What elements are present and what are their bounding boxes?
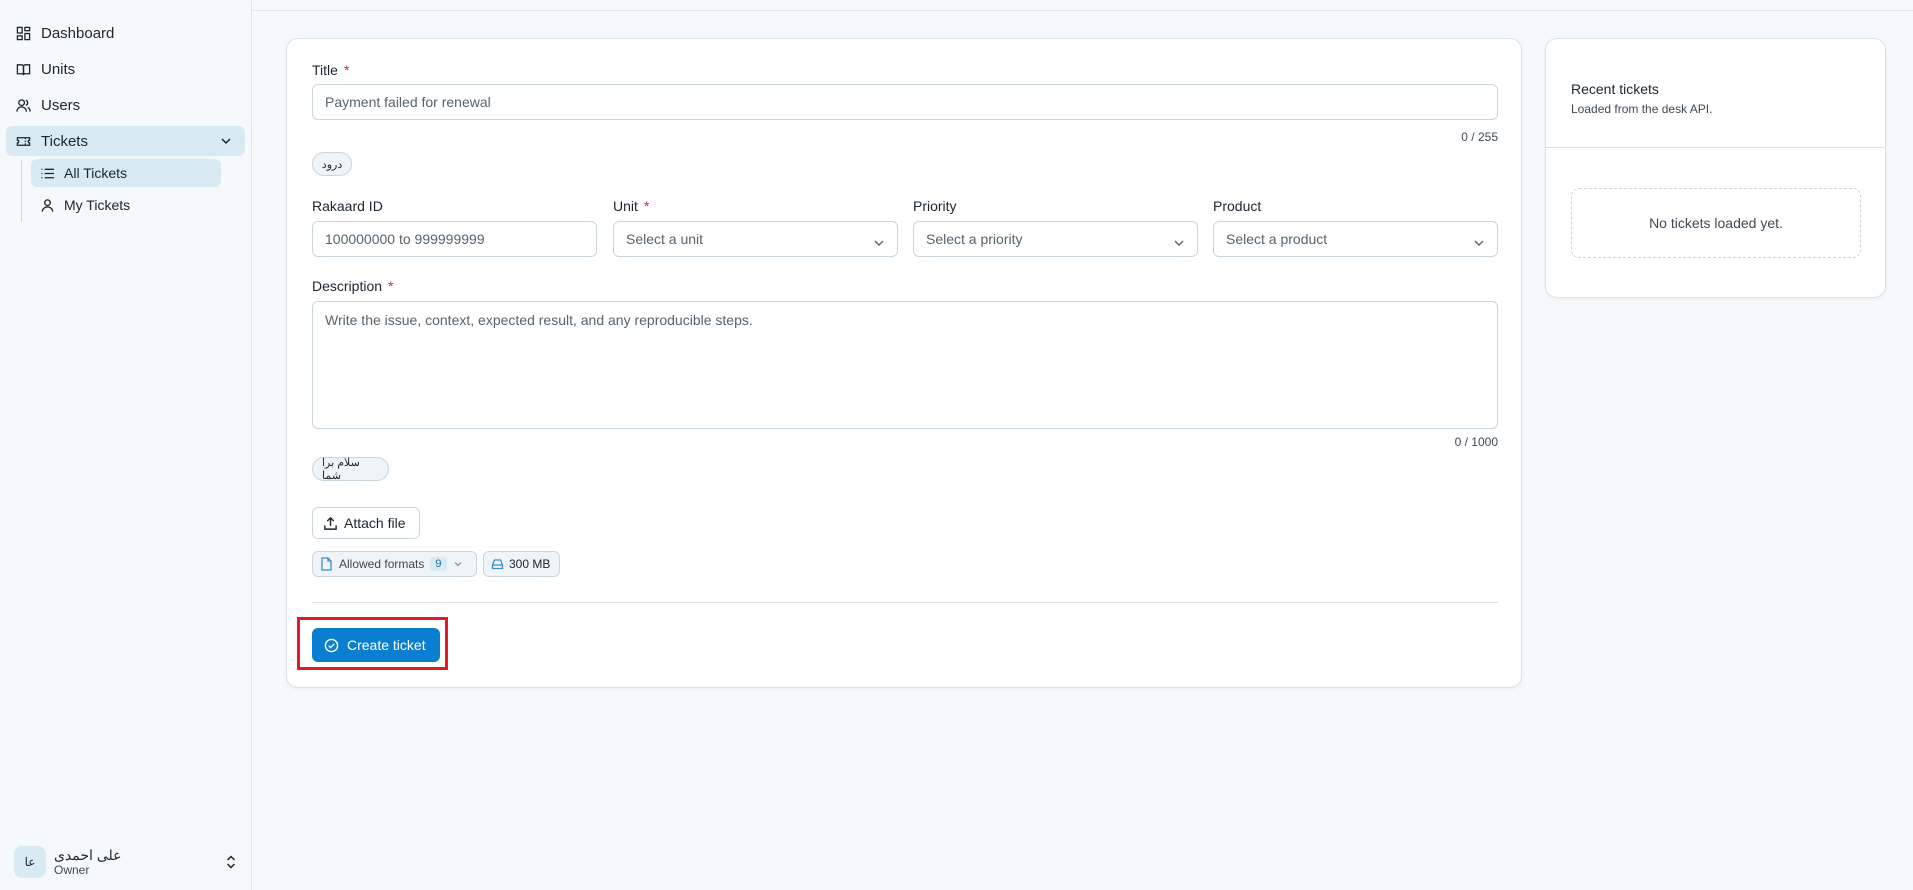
list-icon bbox=[39, 165, 55, 181]
user-name: علی احمدی bbox=[54, 847, 122, 863]
required-mark: * bbox=[643, 198, 650, 214]
user-card[interactable]: عا علی احمدی Owner bbox=[14, 844, 244, 880]
max-size-label: 300 MB bbox=[509, 557, 551, 571]
sidebar-item-label: Users bbox=[41, 96, 81, 114]
description-counter: 0 / 1000 bbox=[1454, 435, 1498, 449]
dashboard-icon bbox=[15, 25, 31, 41]
sidebar-item-label: All Tickets bbox=[64, 165, 128, 181]
product-select[interactable]: Select a product bbox=[1213, 221, 1498, 257]
avatar: عا bbox=[14, 846, 46, 878]
recent-tickets-title: Recent tickets bbox=[1571, 81, 1659, 97]
panel-divider bbox=[1546, 147, 1885, 148]
priority-select-placeholder: Select a priority bbox=[926, 231, 1023, 247]
book-icon bbox=[15, 61, 31, 77]
user-role: Owner bbox=[54, 863, 90, 877]
sidebar-item-all-tickets[interactable]: All Tickets bbox=[31, 159, 221, 187]
storage-icon bbox=[491, 558, 504, 570]
chevron-down-icon bbox=[1173, 235, 1185, 246]
product-select-placeholder: Select a product bbox=[1226, 231, 1328, 247]
form-divider bbox=[312, 602, 1498, 603]
sidebar-item-label: My Tickets bbox=[64, 197, 131, 213]
max-size-badge: 300 MB bbox=[483, 551, 560, 577]
attach-file-button[interactable]: Attach file bbox=[312, 507, 420, 539]
unit-select[interactable]: Select a unit bbox=[613, 221, 898, 257]
allowed-formats-label: Allowed formats bbox=[339, 557, 425, 571]
sidebar-item-users[interactable]: Users bbox=[6, 90, 245, 120]
unit-label: Unit * bbox=[613, 198, 650, 214]
users-icon bbox=[15, 97, 31, 113]
user-icon bbox=[39, 197, 55, 213]
ticket-icon bbox=[15, 133, 31, 149]
title-input-value: Payment failed for renewal bbox=[325, 94, 491, 110]
allowed-formats-dropdown[interactable]: Allowed formats 9 bbox=[312, 551, 477, 577]
formats-count-badge: 9 bbox=[430, 557, 447, 571]
title-label: Title * bbox=[312, 62, 350, 78]
sidebar-item-label: Units bbox=[41, 60, 76, 78]
empty-state: No tickets loaded yet. bbox=[1571, 188, 1861, 258]
priority-label: Priority bbox=[913, 198, 957, 214]
priority-select[interactable]: Select a priority bbox=[913, 221, 1198, 257]
chevron-down-icon bbox=[1473, 235, 1485, 246]
sidebar-item-label: Tickets bbox=[41, 132, 88, 150]
attach-file-label: Attach file bbox=[344, 515, 406, 531]
sidebar: Dashboard Units Users Tickets All Ticket… bbox=[0, 0, 252, 890]
chevron-down-icon[interactable] bbox=[219, 134, 233, 148]
highlight-box bbox=[297, 617, 448, 670]
file-icon bbox=[320, 557, 333, 571]
required-mark: * bbox=[388, 278, 394, 294]
description-suggestion-chip[interactable]: سلام برا شما bbox=[312, 457, 389, 482]
title-input[interactable]: Payment failed for renewal bbox=[312, 84, 1498, 120]
description-textarea[interactable]: Write the issue, context, expected resul… bbox=[312, 301, 1498, 429]
top-header bbox=[253, 0, 1913, 11]
recent-tickets-panel: Recent tickets Loaded from the desk API.… bbox=[1545, 38, 1886, 298]
chevron-down-icon bbox=[453, 560, 463, 568]
upload-icon bbox=[323, 516, 338, 531]
sidebar-item-tickets[interactable]: Tickets bbox=[6, 126, 245, 156]
product-label: Product bbox=[1213, 198, 1262, 214]
rakaard-id-label: Rakaard ID bbox=[312, 198, 383, 214]
recent-tickets-subtitle: Loaded from the desk API. bbox=[1571, 102, 1713, 116]
submenu-guide-line bbox=[21, 160, 22, 222]
sidebar-item-my-tickets[interactable]: My Tickets bbox=[31, 191, 221, 219]
unit-select-placeholder: Select a unit bbox=[626, 231, 704, 247]
rakaard-id-input[interactable]: 100000000 to 999999999 bbox=[312, 221, 597, 257]
required-mark: * bbox=[343, 62, 350, 78]
description-placeholder: Write the issue, context, expected resul… bbox=[325, 312, 753, 328]
sidebar-item-units[interactable]: Units bbox=[6, 54, 245, 84]
title-suggestion-chip[interactable]: درود bbox=[312, 152, 352, 176]
description-label: Description * bbox=[312, 278, 394, 294]
chevron-down-icon bbox=[873, 235, 885, 246]
create-ticket-form: Title * Payment failed for renewal 0 / 25… bbox=[286, 38, 1522, 688]
sidebar-item-label: Dashboard bbox=[41, 24, 115, 42]
chevrons-up-down-icon[interactable] bbox=[224, 854, 238, 870]
sidebar-item-dashboard[interactable]: Dashboard bbox=[6, 18, 245, 48]
rakaard-id-placeholder: 100000000 to 999999999 bbox=[325, 231, 485, 247]
title-counter: 0 / 255 bbox=[1461, 130, 1498, 144]
